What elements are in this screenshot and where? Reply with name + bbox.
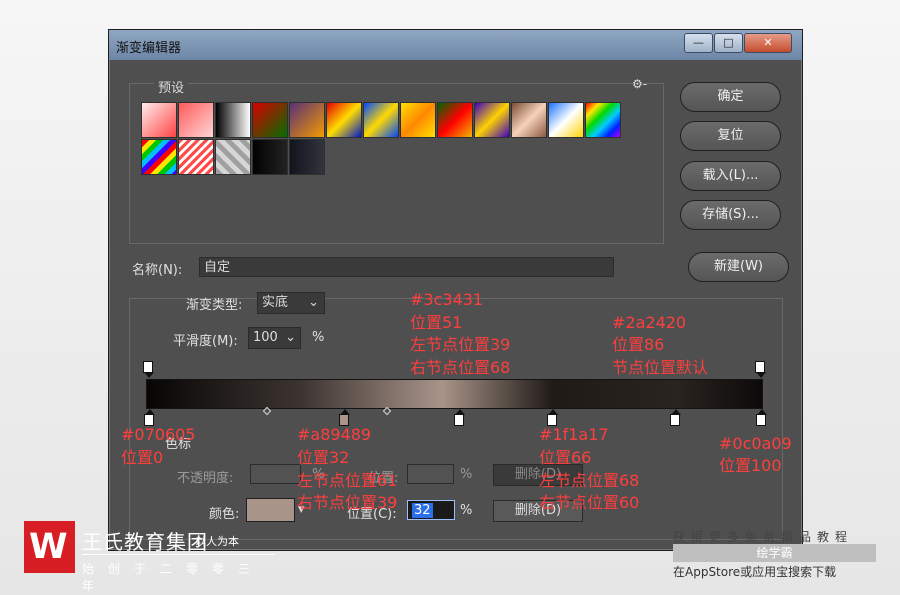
- preset-swatch-9[interactable]: [437, 102, 473, 138]
- window-controls: — □ ✕: [684, 33, 792, 53]
- preset-swatch-5[interactable]: [289, 102, 325, 138]
- preset-swatch-1[interactable]: [141, 102, 177, 138]
- window-title: 渐变编辑器: [116, 41, 182, 56]
- gradient-type-select[interactable]: 实底 ⌄: [257, 292, 325, 314]
- annotation-stop-66-location: 位置66: [539, 448, 592, 467]
- annotation-stop-51-color: #3c3431: [410, 290, 484, 309]
- gradient-preview-bar[interactable]: [146, 379, 763, 409]
- color-swatch[interactable]: [246, 498, 295, 522]
- annotation-stop-51-left-midpoint: 左节点位置39: [410, 335, 511, 354]
- preset-swatch-8[interactable]: [400, 102, 436, 138]
- brand-watermark: 王氏教育集团 以人为本 始创于二零零三年: [24, 521, 277, 593]
- preset-swatch-17[interactable]: [252, 139, 288, 175]
- color-stop-51[interactable]: [454, 409, 465, 426]
- annotation-stop-51-right-midpoint: 右节点位置68: [410, 358, 511, 377]
- location-input[interactable]: 32: [407, 500, 455, 520]
- color-stop-86[interactable]: [670, 409, 681, 426]
- preset-swatch-14[interactable]: [141, 139, 177, 175]
- opacity-input[interactable]: [250, 464, 301, 484]
- color-stop-100[interactable]: [756, 409, 767, 426]
- annotation-stop-86-midpoint: 节点位置默认: [612, 358, 709, 377]
- annotation-stop-32-left-midpoint: 左节点位置61: [297, 471, 398, 490]
- annotation-stop-66-left-midpoint: 左节点位置68: [539, 471, 640, 490]
- smoothness-percent: %: [312, 330, 325, 345]
- brand-motto: 以人为本: [195, 535, 239, 548]
- smoothness-value: 100: [253, 330, 278, 345]
- gear-icon[interactable]: ⚙-: [632, 77, 647, 91]
- annotation-stop-0-location: 位置0: [121, 448, 164, 467]
- brand-slogan: 始创于二零零三年: [82, 562, 265, 593]
- gradient-type-value: 实底: [262, 295, 289, 310]
- brand-divider: [82, 554, 275, 555]
- preset-swatch-4[interactable]: [252, 102, 288, 138]
- preset-swatch-11[interactable]: [511, 102, 547, 138]
- ok-button[interactable]: 确定: [680, 82, 781, 112]
- opacity-label: 不透明度:: [177, 471, 234, 486]
- app-watermark-band: 绘学霸: [673, 544, 876, 562]
- reset-button[interactable]: 复位: [680, 121, 781, 151]
- annotation-stop-0-color: #070605: [121, 425, 196, 444]
- annotation-stop-66-color: #1f1a17: [539, 425, 609, 444]
- annotation-stop-32-location: 位置32: [297, 448, 350, 467]
- location-value: 32: [412, 503, 433, 518]
- color-label: 颜色:: [209, 507, 240, 522]
- annotation-stop-100-location: 位置100: [719, 456, 782, 475]
- opacity-location-percent: %: [460, 467, 473, 482]
- app-watermark: 获得更多免费精品教程 绘学霸 在AppStore或应用宝搜索下载: [673, 528, 878, 586]
- annotation-stop-86-color: #2a2420: [612, 313, 687, 332]
- minimize-button[interactable]: —: [684, 33, 713, 53]
- opacity-stop-left[interactable]: [143, 361, 154, 378]
- annotation-stop-51-location: 位置51: [410, 313, 463, 332]
- close-button[interactable]: ✕: [744, 33, 792, 53]
- preset-swatch-18[interactable]: [289, 139, 325, 175]
- save-button[interactable]: 存储(S)...: [680, 200, 781, 230]
- chevron-down-icon: ⌄: [285, 330, 296, 345]
- maximize-button[interactable]: □: [714, 33, 743, 53]
- preset-swatch-2[interactable]: [178, 102, 214, 138]
- preset-swatch-15[interactable]: [178, 139, 214, 175]
- annotation-stop-32-right-midpoint: 右节点位置39: [297, 493, 398, 512]
- preset-swatch-16[interactable]: [215, 139, 251, 175]
- name-field[interactable]: 自定: [199, 257, 614, 277]
- opacity-location-input[interactable]: [407, 464, 454, 484]
- load-button[interactable]: 载入(L)...: [680, 161, 781, 191]
- gradient-type-label: 渐变类型:: [186, 298, 243, 313]
- smoothness-input[interactable]: 100 ⌄: [248, 327, 301, 349]
- preset-swatch-7[interactable]: [363, 102, 399, 138]
- chevron-down-icon: ⌄: [308, 295, 319, 310]
- new-button[interactable]: 新建(W): [688, 252, 789, 282]
- brand-name: 王氏教育集团: [82, 530, 208, 554]
- name-label: 名称(N):: [132, 263, 183, 278]
- preset-swatch-12[interactable]: [548, 102, 584, 138]
- app-watermark-bottom: 在AppStore或应用宝搜索下载: [673, 565, 837, 579]
- title-bar: 渐变编辑器 — □ ✕: [109, 30, 802, 60]
- smoothness-label: 平滑度(M):: [173, 334, 238, 349]
- preset-swatch-grid: [141, 102, 621, 175]
- preset-swatch-6[interactable]: [326, 102, 362, 138]
- annotation-stop-100-color: #0c0a09: [719, 434, 792, 453]
- opacity-stop-right[interactable]: [755, 361, 766, 378]
- app-watermark-top: 获得更多免费精品教程: [673, 530, 854, 544]
- preset-swatch-3[interactable]: [215, 102, 251, 138]
- presets-label: 预设: [154, 77, 189, 96]
- annotation-stop-66-right-midpoint: 右节点位置60: [539, 493, 640, 512]
- annotation-stop-32-color: #a89489: [297, 425, 372, 444]
- location-percent: %: [460, 503, 473, 518]
- preset-swatch-13[interactable]: [585, 102, 621, 138]
- brand-logo: [24, 521, 75, 573]
- annotation-stop-86-location: 位置86: [612, 335, 665, 354]
- preset-swatch-10[interactable]: [474, 102, 510, 138]
